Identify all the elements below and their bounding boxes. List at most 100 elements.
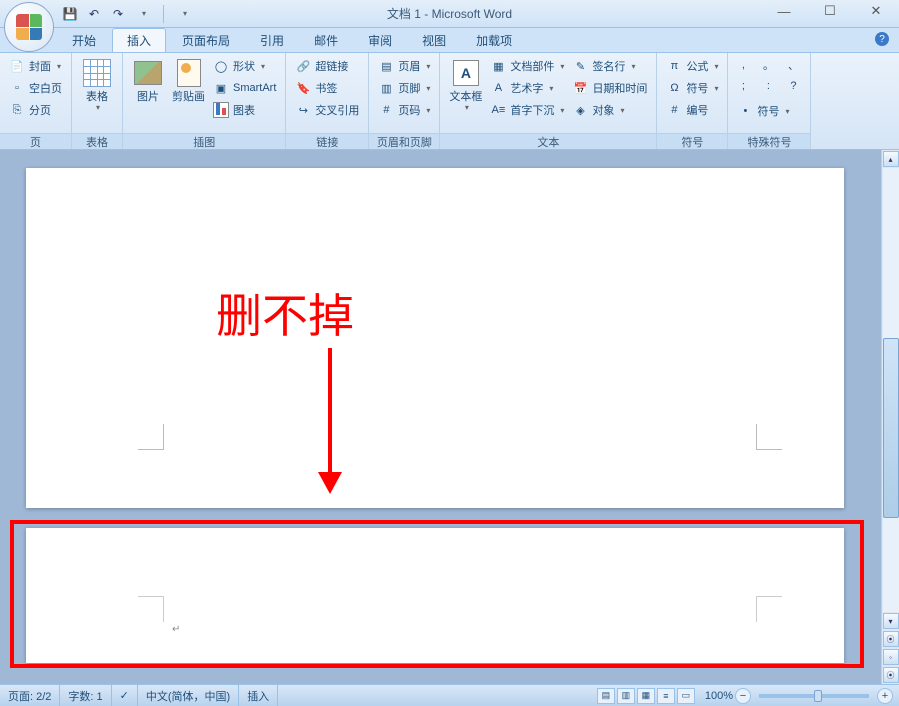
tab-review[interactable]: 审阅	[354, 29, 406, 52]
page-1[interactable]	[26, 168, 844, 508]
ribbon-button[interactable]: ✎签名行 ▾	[568, 56, 651, 76]
ribbon-button[interactable]: 图表	[209, 100, 280, 120]
qat-dropdown-icon[interactable]: ▾	[136, 6, 152, 22]
形状-icon: ◯	[213, 58, 229, 74]
prev-page-button[interactable]: ⦿	[883, 631, 899, 647]
ribbon-button[interactable]: 🔗超链接	[291, 56, 363, 76]
symbol-button[interactable]: ?	[783, 77, 803, 95]
tab-view[interactable]: 视图	[408, 29, 460, 52]
ribbon-group: π公式▾Ω符号▾#编号符号	[657, 53, 728, 149]
view-full-screen-button[interactable]: ▥	[617, 688, 635, 704]
ribbon-button[interactable]: 📄封面▾	[5, 56, 66, 76]
ribbon-button[interactable]: 🔖书签	[291, 78, 363, 98]
ribbon-button-label: 分页	[29, 102, 51, 118]
save-icon[interactable]: 💾	[62, 6, 78, 22]
ribbon-button[interactable]: ◈对象▾	[568, 100, 651, 120]
status-right: ▤ ▥ ▦ ≡ ▭ 100% − +	[597, 688, 899, 704]
ribbon-button[interactable]: ◯形状▾	[209, 56, 280, 76]
dropdown-icon: ▾	[785, 107, 789, 116]
zoom-level[interactable]: 100%	[705, 690, 733, 702]
ribbon-button[interactable]: ▫空白页	[5, 78, 66, 98]
ribbon-button[interactable]: 图片	[128, 56, 168, 130]
tab-page-layout[interactable]: 页面布局	[168, 29, 244, 52]
status-spellcheck-icon[interactable]: ✓	[112, 685, 138, 706]
symbol-button[interactable]: 。	[758, 56, 778, 74]
symbol-button[interactable]: ,	[733, 56, 753, 74]
undo-icon[interactable]: ↶	[86, 6, 102, 22]
ribbon-button[interactable]: ▣SmartArt	[209, 78, 280, 98]
scroll-thumb[interactable]	[883, 338, 899, 518]
status-language[interactable]: 中文(简体，中国)	[138, 685, 239, 706]
minimize-button[interactable]: —	[761, 0, 807, 22]
ribbon-button-label: 签名行	[592, 58, 625, 74]
tab-insert[interactable]: 插入	[112, 28, 166, 52]
艺术字-icon: A	[490, 80, 506, 96]
tab-home[interactable]: 开始	[58, 29, 110, 52]
SmartArt-icon: ▣	[213, 80, 229, 96]
ribbon-button[interactable]: ↪交叉引用	[291, 100, 363, 120]
window-title: 文档 1 - Microsoft Word	[387, 5, 512, 22]
zoom-in-button[interactable]: +	[877, 688, 893, 704]
ribbon-button[interactable]: ▥页脚▾	[374, 78, 434, 98]
annotation-arrow-icon	[328, 348, 332, 480]
vertical-scrollbar[interactable]: ▴ ▾ ⦿ ◦ ⦿	[881, 150, 899, 684]
redo-icon[interactable]: ↷	[110, 6, 126, 22]
dropdown-icon: ▾	[465, 103, 469, 112]
ribbon-button[interactable]: ▦文档部件▾	[486, 56, 568, 76]
dropdown-icon: ▾	[620, 106, 624, 115]
status-mode[interactable]: 插入	[239, 685, 278, 706]
symbol-button[interactable]: :	[758, 77, 778, 95]
view-draft-button[interactable]: ▭	[677, 688, 695, 704]
ribbon-button[interactable]: #编号	[662, 100, 722, 120]
ribbon-button[interactable]: Ω符号▾	[662, 78, 722, 98]
dropdown-icon: ▾	[631, 62, 635, 71]
next-page-button[interactable]: ⦿	[883, 667, 899, 683]
签名行-icon: ✎	[572, 58, 588, 74]
group-label: 插图	[123, 133, 285, 149]
ribbon-button[interactable]: 📅日期和时间	[568, 78, 651, 98]
scroll-down-button[interactable]: ▾	[883, 613, 899, 629]
title-bar: 💾 ↶ ↷ ▾ ▾ 文档 1 - Microsoft Word — ☐ ✕	[0, 0, 899, 28]
close-button[interactable]: ✕	[853, 0, 899, 22]
ribbon-button[interactable]: A文本框▾	[445, 56, 486, 130]
symbol-button[interactable]: ;	[733, 77, 753, 95]
symbol-button[interactable]: 、	[783, 56, 803, 74]
ribbon-button-label: 页码	[398, 102, 420, 118]
view-print-layout-button[interactable]: ▤	[597, 688, 615, 704]
ribbon-group: A文本框▾▦文档部件▾A艺术字▾A≡首字下沉▾✎签名行▾📅日期和时间◈对象▾文本	[440, 53, 657, 149]
scroll-up-button[interactable]: ▴	[883, 151, 899, 167]
对象-icon: ◈	[572, 102, 588, 118]
view-outline-button[interactable]: ≡	[657, 688, 675, 704]
ribbon-button[interactable]: ▤页眉▾	[374, 56, 434, 76]
zoom-slider-thumb[interactable]	[814, 690, 822, 702]
dropdown-icon: ▾	[261, 62, 265, 71]
tab-references[interactable]: 引用	[246, 29, 298, 52]
status-page[interactable]: 页面: 2/2	[0, 685, 60, 706]
help-icon[interactable]: ?	[875, 32, 889, 46]
status-words[interactable]: 字数: 1	[60, 685, 111, 706]
zoom-slider[interactable]	[759, 694, 869, 698]
browse-object-button[interactable]: ◦	[883, 649, 899, 665]
tab-addins[interactable]: 加载项	[462, 29, 526, 52]
dropdown-icon: ▾	[426, 84, 430, 93]
ribbon-button[interactable]: 表格▾	[77, 56, 117, 130]
maximize-button[interactable]: ☐	[807, 0, 853, 22]
超链接-icon: 🔗	[295, 58, 311, 74]
table-icon	[81, 57, 113, 89]
qat-more-icon[interactable]: ▾	[177, 6, 193, 22]
ribbon-button[interactable]: π公式▾	[662, 56, 722, 76]
ribbon-button[interactable]: #页码▾	[374, 100, 434, 120]
ribbon-button[interactable]: A艺术字▾	[486, 78, 568, 98]
ribbon-button-label: 首字下沉	[510, 102, 554, 118]
dropdown-icon: ▾	[96, 103, 100, 112]
ribbon-group: ▤页眉▾▥页脚▾#页码▾页眉和页脚	[369, 53, 440, 149]
ribbon-button[interactable]: A≡首字下沉▾	[486, 100, 568, 120]
ribbon-button[interactable]: 剪贴画	[168, 56, 209, 130]
ribbon-button[interactable]: ⎘分页	[5, 100, 66, 120]
scroll-track[interactable]	[883, 168, 899, 612]
zoom-out-button[interactable]: −	[735, 688, 751, 704]
tab-mailings[interactable]: 邮件	[300, 29, 352, 52]
ribbon-button[interactable]: •符号▾	[733, 101, 805, 121]
view-web-button[interactable]: ▦	[637, 688, 655, 704]
office-button[interactable]	[4, 2, 54, 52]
